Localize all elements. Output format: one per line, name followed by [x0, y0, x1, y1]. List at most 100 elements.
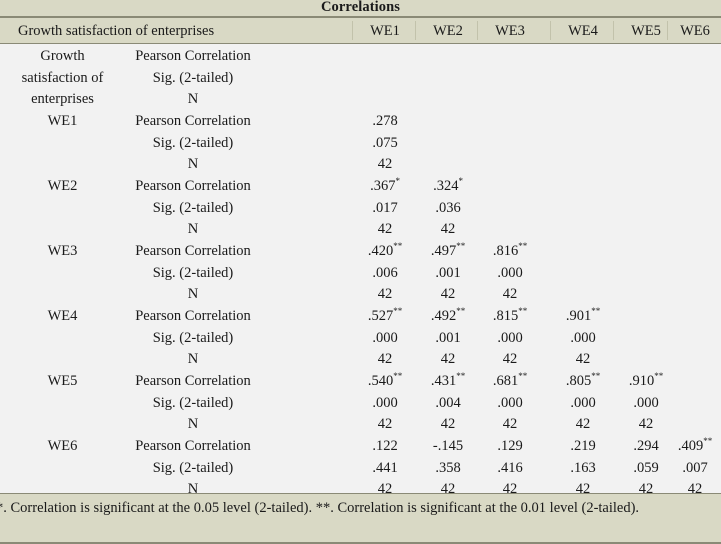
- value-cell-group: .497** .001 42: [417, 241, 479, 306]
- row-label-line: WE4: [47, 308, 78, 324]
- pearson-correlation-value: [552, 176, 614, 198]
- row-label: WE1: [0, 111, 125, 133]
- sig-2tailed-value: .006: [372, 264, 398, 281]
- value-cell-group: .815** .000 42: [479, 306, 541, 371]
- column-header-we4: WE4: [568, 23, 598, 39]
- n-value: [354, 89, 416, 111]
- value-cell-group: .420** .006 42: [354, 241, 416, 306]
- table-row: WE2 Pearson Correlation Sig. (2-tailed) N .3…: [0, 176, 721, 241]
- table-row: WE6 Pearson Correlation Sig. (2-tailed) N .1…: [0, 436, 721, 501]
- significance-marker: **: [518, 241, 528, 252]
- stat-label: Sig. (2-tailed): [152, 134, 234, 151]
- pearson-correlation-value: [669, 241, 721, 263]
- n-value: [669, 414, 721, 436]
- pearson-correlation-value: .492**: [430, 306, 466, 324]
- table-body: Growth satisfaction of enterprises Pearson …: [0, 44, 721, 497]
- row-label-line: WE6: [47, 438, 78, 454]
- stat-label: N: [187, 156, 199, 173]
- value-cell-group: [615, 46, 677, 111]
- n-value: 42: [638, 416, 654, 433]
- stat-label: N: [187, 351, 199, 368]
- value-cell-group: [669, 371, 721, 436]
- pearson-correlation-value: [669, 176, 721, 198]
- row-label: Growth satisfaction of enterprises: [0, 46, 125, 111]
- n-value: [552, 89, 614, 111]
- column-divider-1: [352, 21, 353, 40]
- n-value: [417, 89, 479, 111]
- pearson-correlation-value: [479, 111, 541, 133]
- value-cell-group: .367* .017 42: [354, 176, 416, 241]
- n-value: 42: [377, 351, 393, 368]
- stat-label: Sig. (2-tailed): [152, 394, 234, 411]
- sig-2tailed-value: .000: [497, 264, 523, 281]
- n-value: [615, 89, 677, 111]
- sig-2tailed-value: .000: [570, 329, 596, 346]
- n-value: [615, 219, 677, 241]
- value-cell-group: .681** .000 42: [479, 371, 541, 436]
- value-cell-group: .409** .007 42: [669, 436, 721, 501]
- table-row: Growth satisfaction of enterprises Pearson …: [0, 46, 721, 111]
- sig-2tailed-value: [417, 133, 479, 155]
- row-label: WE4: [0, 306, 125, 328]
- correlations-table: Correlations Growth satisfaction of ente…: [0, 0, 721, 544]
- significance-marker: **: [591, 371, 601, 382]
- pearson-correlation-value: [552, 241, 614, 263]
- row-label-line: Growth: [40, 48, 85, 64]
- pearson-correlation-value: .409**: [677, 436, 713, 454]
- n-value: 42: [377, 221, 393, 238]
- pearson-correlation-value: [479, 46, 541, 68]
- pearson-correlation-value: .431**: [430, 371, 466, 389]
- stat-label: Pearson Correlation: [135, 178, 251, 194]
- n-value: [669, 219, 721, 241]
- table-row: WE4 Pearson Correlation Sig. (2-tailed) N .5…: [0, 306, 721, 371]
- pearson-correlation-value: .122: [372, 438, 398, 454]
- table-row: WE5 Pearson Correlation Sig. (2-tailed) N .5…: [0, 371, 721, 436]
- row-label-line: WE2: [47, 178, 78, 194]
- pearson-correlation-value: [615, 241, 677, 263]
- n-value: 42: [440, 416, 456, 433]
- value-cell-group: [669, 46, 721, 111]
- sig-2tailed-value: .163: [570, 459, 596, 476]
- significance-marker: **: [393, 241, 403, 252]
- value-cell-group: [615, 241, 677, 306]
- pearson-correlation-value: [552, 111, 614, 133]
- pearson-correlation-value: .219: [570, 438, 596, 454]
- pearson-correlation-value: .367*: [370, 176, 400, 194]
- value-cell-group: .431** .004 42: [417, 371, 479, 436]
- sig-2tailed-value: [479, 198, 541, 220]
- sig-2tailed-value: .000: [497, 394, 523, 411]
- sig-2tailed-value: .000: [570, 394, 596, 411]
- stat-label-group: Pearson Correlation Sig. (2-tailed) N: [123, 436, 263, 501]
- pearson-correlation-value: .497**: [430, 241, 466, 259]
- value-cell-group: [479, 111, 541, 176]
- value-cell-group: [615, 111, 677, 176]
- n-value: [552, 219, 614, 241]
- n-value: 42: [440, 351, 456, 368]
- column-header-row: Growth satisfaction of enterprises WE1 WE…: [0, 18, 721, 44]
- pearson-correlation-value: .324*: [433, 176, 463, 194]
- value-cell-group: [615, 306, 677, 371]
- value-cell-group: .129.416 42: [479, 436, 541, 501]
- pearson-correlation-value: .910**: [628, 371, 664, 389]
- significance-marker: **: [456, 241, 466, 252]
- n-value: 42: [377, 286, 393, 303]
- value-cell-group: .278 .075 42: [354, 111, 416, 176]
- sig-2tailed-value: [552, 133, 614, 155]
- pearson-correlation-value: .815**: [492, 306, 528, 324]
- sig-2tailed-value: [479, 133, 541, 155]
- value-cell-group: [354, 46, 416, 111]
- column-header-we2: WE2: [433, 23, 463, 39]
- n-value: [479, 154, 541, 176]
- n-value: [615, 349, 677, 371]
- sig-2tailed-value: [552, 198, 614, 220]
- value-cell-group: [669, 111, 721, 176]
- sig-2tailed-value: [615, 133, 677, 155]
- stat-label-group: Pearson Correlation Sig. (2-tailed) N: [123, 241, 263, 306]
- pearson-correlation-value: .681**: [492, 371, 528, 389]
- value-cell-group: .122.441 42: [354, 436, 416, 501]
- pearson-correlation-value: .129: [497, 438, 523, 454]
- significance-marker: **: [393, 306, 403, 317]
- row-label-line: enterprises: [31, 91, 94, 108]
- n-value: [417, 154, 479, 176]
- significance-marker: **: [654, 371, 664, 382]
